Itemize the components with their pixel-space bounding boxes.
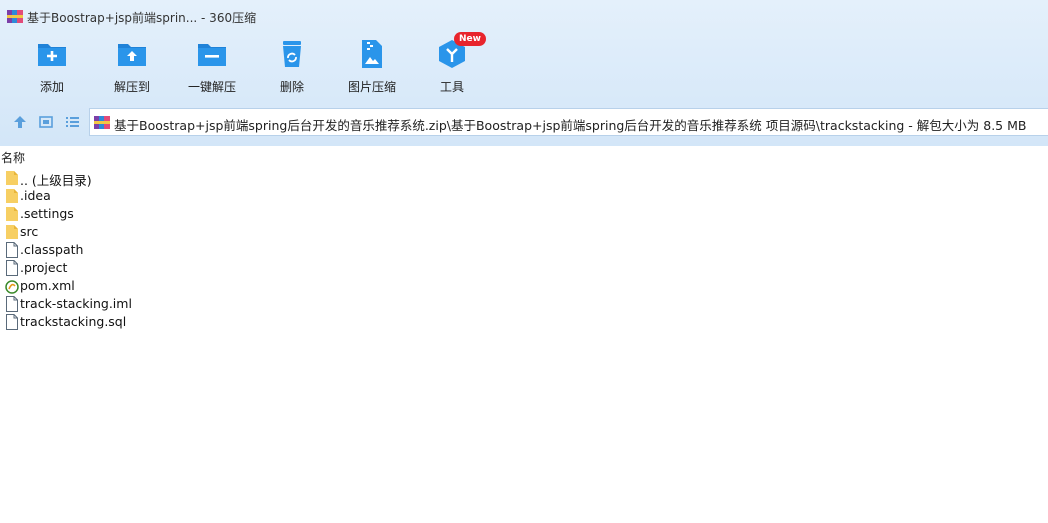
list-item[interactable]: track-stacking.iml: [0, 295, 1048, 313]
new-badge: New: [454, 32, 486, 46]
add-label: 添加: [39, 80, 64, 94]
folder-icon: [6, 171, 18, 185]
file-icon: [6, 260, 18, 276]
file-name: track-stacking.iml: [20, 296, 132, 311]
xml-file-icon: [5, 280, 19, 294]
list-item[interactable]: .settings: [0, 205, 1048, 223]
list-header: 名称: [0, 146, 1048, 166]
extract-to-label: 解压到: [113, 80, 150, 94]
file-name: .project: [20, 260, 68, 275]
image-compress-button[interactable]: 图片压缩: [332, 36, 412, 98]
file-name: .classpath: [20, 242, 84, 257]
top-panel: 基于Boostrap+jsp前端sprin... - 360压缩 添加 解压到: [0, 0, 1048, 146]
list-item[interactable]: pom.xml: [0, 277, 1048, 295]
list-item[interactable]: .classpath: [0, 241, 1048, 259]
list-item[interactable]: .. (上级目录): [0, 169, 1048, 188]
thumbnail-view-icon[interactable]: [37, 113, 55, 131]
folder-icon: [6, 225, 18, 239]
list-view-icon[interactable]: [63, 113, 81, 131]
winrar-box-icon: [7, 10, 23, 23]
list-item[interactable]: .project: [0, 259, 1048, 277]
image-zip-icon: [362, 40, 382, 68]
folder-icon: [6, 207, 18, 221]
address-path: 基于Boostrap+jsp前端spring后台开发的音乐推荐系统.zip\基于…: [114, 118, 1027, 133]
file-name: .idea: [20, 188, 51, 203]
folder-icon: [6, 189, 18, 203]
extract-to-button[interactable]: 解压到: [92, 36, 172, 98]
window-title: 基于Boostrap+jsp前端sprin... - 360压缩: [27, 11, 257, 25]
address-bar[interactable]: 基于Boostrap+jsp前端spring后台开发的音乐推荐系统.zip\基于…: [89, 108, 1048, 136]
address-row: 基于Boostrap+jsp前端spring后台开发的音乐推荐系统.zip\基于…: [0, 106, 1048, 138]
add-button[interactable]: 添加: [12, 36, 92, 98]
tools-button[interactable]: New 工具: [412, 32, 492, 98]
one-click-extract-button[interactable]: 一键解压: [172, 36, 252, 98]
recycle-bin-icon: [283, 41, 301, 67]
delete-button[interactable]: 删除: [252, 36, 332, 98]
file-name: .settings: [20, 206, 74, 221]
folder-oneclick-icon: [198, 44, 226, 66]
folder-extract-icon: [118, 44, 146, 66]
one-click-extract-label: 一键解压: [187, 80, 236, 94]
image-compress-label: 图片压缩: [347, 80, 396, 94]
tools-label: 工具: [439, 80, 464, 94]
toolbar: 添加 解压到 一键解压 删除 图片压缩 New 工具: [0, 32, 1048, 100]
archive-icon: [94, 116, 110, 129]
file-name: pom.xml: [20, 278, 75, 293]
file-name: src: [20, 224, 39, 239]
list-item[interactable]: .idea: [0, 187, 1048, 205]
up-arrow-icon[interactable]: [11, 113, 29, 131]
file-name: trackstacking.sql: [20, 314, 127, 329]
title-bar: 基于Boostrap+jsp前端sprin... - 360压缩: [0, 0, 1048, 32]
folder-add-icon: [38, 44, 66, 66]
file-list: .. (上级目录) .idea .settings src .classpath .pro…: [0, 169, 1048, 331]
list-item[interactable]: trackstacking.sql: [0, 313, 1048, 331]
column-header-name[interactable]: 名称: [1, 149, 25, 166]
file-icon: [6, 296, 18, 312]
file-icon: [6, 242, 18, 258]
list-item[interactable]: src: [0, 223, 1048, 241]
delete-label: 删除: [279, 80, 304, 94]
file-icon: [6, 314, 18, 330]
